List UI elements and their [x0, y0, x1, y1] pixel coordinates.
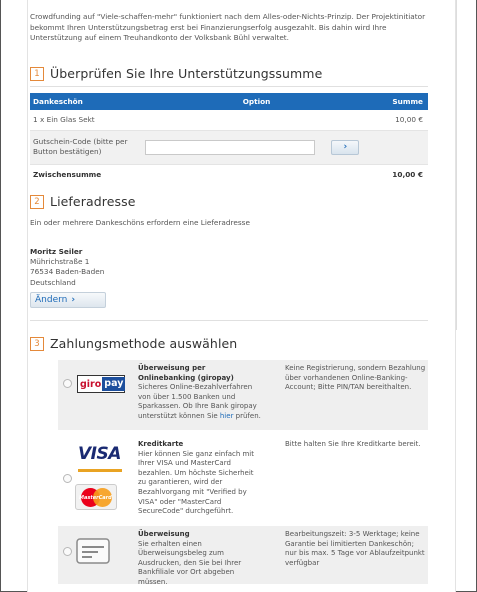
- giropay-logo-text-pay: pay: [102, 377, 126, 391]
- transfer-note: Bearbeitungszeit: 3-5 Werktage; keine Ga…: [285, 530, 425, 567]
- transfer-description: Überweisung Sie erhalten einen Überweisu…: [138, 530, 262, 588]
- voucher-confirm-button[interactable]: ›: [331, 139, 360, 155]
- delivery-address: Moritz Seiler Mührichstraße 1 76534 Bade…: [30, 247, 104, 288]
- transfer-form-icon: [76, 538, 110, 564]
- step-number-3: 3: [30, 336, 44, 351]
- creditcard-radio[interactable]: [63, 474, 72, 483]
- giropay-radio[interactable]: [63, 379, 72, 388]
- giropay-description: Überweisung per Onlinebanking (giropay) …: [138, 364, 261, 420]
- giropay-title: Überweisung per Onlinebanking (giropay): [138, 364, 234, 382]
- mastercard-logo: MasterCard: [75, 484, 117, 510]
- chevron-right-icon: ›: [71, 295, 76, 305]
- giropay-logo: giro pay: [77, 375, 126, 393]
- section-divider: [30, 86, 428, 87]
- giropay-note: Keine Registrierung, sondern Bezahlung ü…: [285, 364, 426, 392]
- transfer-radio[interactable]: [63, 547, 72, 556]
- delivery-section-header: 2 Lieferadresse: [30, 194, 136, 209]
- voucher-row: Gutschein-Code (bitte per Button bestäti…: [30, 130, 428, 165]
- summary-section-title: Überprüfen Sie Ihre Unterstützungssumme: [50, 66, 323, 81]
- voucher-label: Gutschein-Code (bitte per Button bestäti…: [30, 130, 145, 165]
- visa-logo: VISA: [78, 444, 121, 464]
- payment-section-title: Zahlungsmethode auswählen: [50, 336, 238, 351]
- voucher-cell: ›: [145, 130, 368, 165]
- change-address-label: Ändern: [35, 295, 68, 305]
- giropay-logo-text-giro: giro: [80, 379, 102, 390]
- column-header-option: Option: [145, 93, 368, 110]
- item-amount: 10,00 €: [368, 110, 428, 131]
- intro-text: Crowdfunding auf "Viele-schaffen-mehr" f…: [30, 12, 426, 43]
- payment-section-header: 3 Zahlungsmethode auswählen: [30, 336, 237, 351]
- voucher-code-input[interactable]: [145, 139, 315, 155]
- delivery-note: Ein oder mehrere Dankeschöns erfordern e…: [30, 218, 250, 227]
- step-number-2: 2: [30, 194, 44, 209]
- payment-option-transfer[interactable]: Überweisung Sie erhalten einen Überweisu…: [58, 526, 428, 586]
- creditcard-title: Kreditkarte: [138, 440, 184, 448]
- mastercard-logo-text: MasterCard: [79, 495, 112, 501]
- table-row: 1 x Ein Glas Sekt 10,00 €: [30, 110, 428, 131]
- address-country: Deutschland: [30, 277, 76, 287]
- item-option: [145, 110, 368, 131]
- change-address-button[interactable]: Ändern ›: [30, 292, 106, 308]
- address-city: 76534 Baden-Baden: [30, 267, 105, 277]
- payment-option-giropay[interactable]: giro pay Überweisung per Onlinebanking (g…: [58, 360, 428, 430]
- payment-option-creditcard[interactable]: VISA MasterCard Kreditkarte Hier können …: [58, 436, 428, 520]
- subtotal-label: Zwischensumme: [33, 169, 102, 179]
- summary-table: Dankeschön Option Summe 1 x Ein Glas Sek…: [30, 93, 428, 184]
- visa-logo-stripe: [78, 469, 122, 472]
- subtotal-amount: 10,00 €: [392, 169, 423, 179]
- delivery-section-title: Lieferadresse: [50, 194, 136, 209]
- item-label: 1 x Ein Glas Sekt: [30, 110, 145, 131]
- sidebar-divider: [456, 0, 457, 330]
- address-street: Mührichstraße 1: [30, 257, 90, 267]
- column-header-summe: Summe: [368, 93, 428, 110]
- creditcard-note: Bitte halten Sie Ihre Kreditkarte bereit…: [285, 440, 421, 448]
- table-header-row: Dankeschön Option Summe: [30, 93, 428, 110]
- section-divider: [30, 320, 428, 321]
- summary-section-header: 1 Überprüfen Sie Ihre Unterstützungssumm…: [30, 66, 322, 81]
- subtotal-row: Zwischensumme 10,00 €: [30, 164, 428, 184]
- step-number-1: 1: [30, 66, 44, 81]
- column-header-dankeschoen: Dankeschön: [30, 93, 145, 110]
- transfer-title: Überweisung: [138, 530, 190, 538]
- giropay-check-link[interactable]: hier: [220, 412, 234, 420]
- address-name: Moritz Seiler: [30, 247, 83, 256]
- creditcard-description: Kreditkarte Hier können Sie ganz einfach…: [138, 440, 262, 517]
